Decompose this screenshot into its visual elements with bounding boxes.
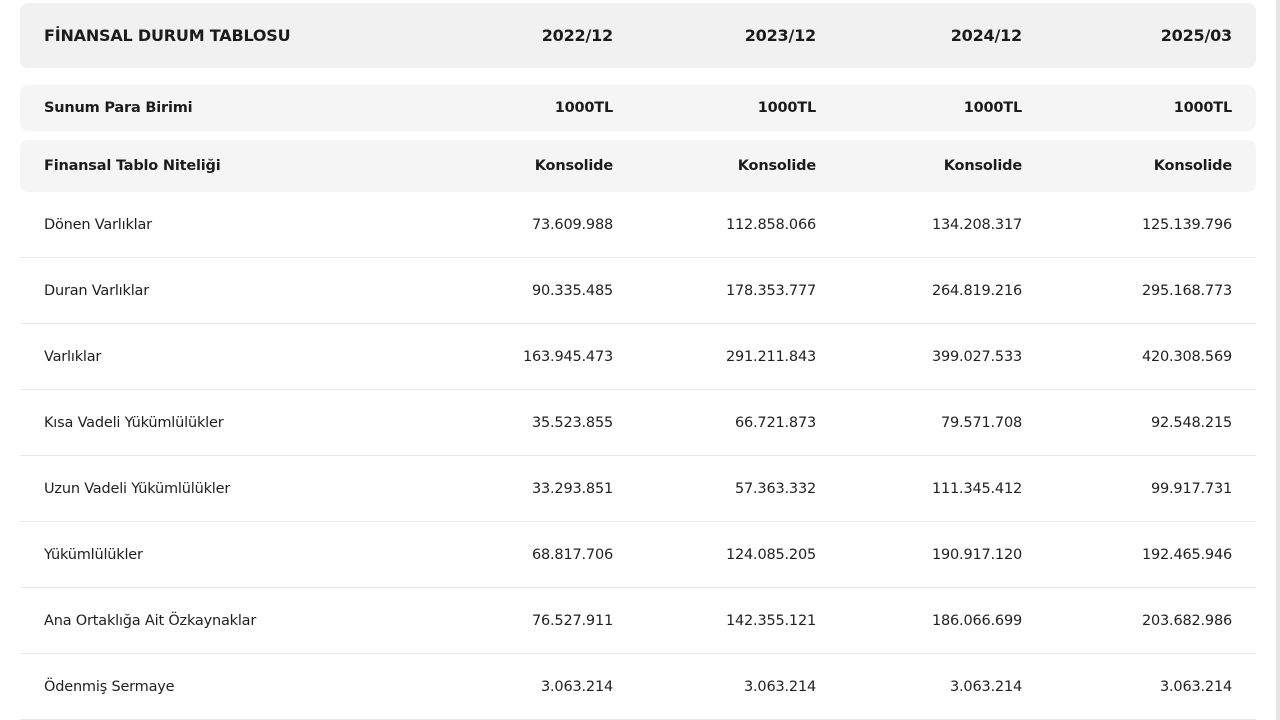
cell-value: 125.139.796	[1141, 216, 1232, 233]
row-label: Duran Varlıklar	[44, 282, 149, 299]
cell-value: 134.208.317	[931, 216, 1022, 233]
page: FİNANSAL DURUM TABLOSU 2022/12 2023/12 2…	[0, 0, 1280, 720]
row-label: Dönen Varlıklar	[44, 216, 152, 233]
cell-value: 142.355.121	[725, 612, 816, 629]
statement-nature-value: Konsolide	[943, 158, 1022, 174]
statement-nature-row: Finansal Tablo Niteliği Konsolide Konsol…	[20, 140, 1256, 192]
cell-value: 3.063.214	[950, 678, 1022, 695]
cell-value: 73.609.988	[531, 216, 613, 233]
currency-value: 1000TL	[1173, 100, 1232, 116]
cell-value: 90.335.485	[531, 282, 613, 299]
cell-value: 79.571.708	[940, 414, 1022, 431]
cell-value: 3.063.214	[744, 678, 816, 695]
cell-value: 57.363.332	[734, 480, 816, 497]
cell-value: 420.308.569	[1141, 348, 1232, 365]
cell-value: 68.817.706	[531, 546, 613, 563]
cell-value: 124.085.205	[725, 546, 816, 563]
currency-label: Sunum Para Birimi	[44, 100, 193, 116]
currency-value: 1000TL	[554, 100, 613, 116]
statement-nature-value: Konsolide	[737, 158, 816, 174]
cell-value: 192.465.946	[1141, 546, 1232, 563]
cell-value: 99.917.731	[1150, 480, 1232, 497]
table-row: Uzun Vadeli Yükümlülükler 33.293.851 57.…	[20, 456, 1256, 522]
table-header-row: FİNANSAL DURUM TABLOSU 2022/12 2023/12 2…	[20, 3, 1256, 68]
cell-value: 163.945.473	[522, 348, 613, 365]
row-label: Ödenmiş Sermaye	[44, 678, 175, 695]
cell-value: 111.345.412	[931, 480, 1022, 497]
row-label: Ana Ortaklığa Ait Özkaynaklar	[44, 612, 257, 629]
statement-nature-value: Konsolide	[534, 158, 613, 174]
period-header[interactable]: 2024/12	[816, 26, 1022, 45]
row-label: Kısa Vadeli Yükümlülükler	[44, 414, 224, 431]
table-row: Varlıklar 163.945.473 291.211.843 399.02…	[20, 324, 1256, 390]
row-label: Yükümlülükler	[44, 546, 143, 563]
cell-value: 186.066.699	[931, 612, 1022, 629]
table-row: Yükümlülükler 68.817.706 124.085.205 190…	[20, 522, 1256, 588]
table-row: Ödenmiş Sermaye 3.063.214 3.063.214 3.06…	[20, 654, 1256, 720]
table-row: Ana Ortaklığa Ait Özkaynaklar 76.527.911…	[20, 588, 1256, 654]
financial-position-table: FİNANSAL DURUM TABLOSU 2022/12 2023/12 2…	[20, 3, 1256, 720]
table-row: Dönen Varlıklar 73.609.988 112.858.066 1…	[20, 192, 1256, 258]
cell-value: 35.523.855	[531, 414, 613, 431]
statement-nature-value: Konsolide	[1153, 158, 1232, 174]
currency-value: 1000TL	[757, 100, 816, 116]
page-scrollbar[interactable]	[1276, 0, 1280, 720]
cell-value: 291.211.843	[725, 348, 816, 365]
currency-value: 1000TL	[963, 100, 1022, 116]
cell-value: 203.682.986	[1141, 612, 1232, 629]
table-title: FİNANSAL DURUM TABLOSU	[44, 26, 291, 45]
cell-value: 295.168.773	[1141, 282, 1232, 299]
period-header[interactable]: 2025/03	[1022, 26, 1232, 45]
cell-value: 92.548.215	[1150, 414, 1232, 431]
cell-value: 112.858.066	[725, 216, 816, 233]
cell-value: 3.063.214	[1160, 678, 1232, 695]
cell-value: 66.721.873	[734, 414, 816, 431]
currency-row: Sunum Para Birimi 1000TL 1000TL 1000TL 1…	[20, 85, 1256, 131]
statement-nature-label: Finansal Tablo Niteliği	[44, 158, 221, 174]
cell-value: 33.293.851	[531, 480, 613, 497]
row-label: Varlıklar	[44, 348, 102, 365]
row-label: Uzun Vadeli Yükümlülükler	[44, 480, 231, 497]
period-header[interactable]: 2023/12	[613, 26, 816, 45]
cell-value: 399.027.533	[931, 348, 1022, 365]
cell-value: 3.063.214	[541, 678, 613, 695]
cell-value: 178.353.777	[725, 282, 816, 299]
cell-value: 264.819.216	[931, 282, 1022, 299]
cell-value: 190.917.120	[931, 546, 1022, 563]
period-header[interactable]: 2022/12	[420, 26, 613, 45]
table-row: Kısa Vadeli Yükümlülükler 35.523.855 66.…	[20, 390, 1256, 456]
cell-value: 76.527.911	[531, 612, 613, 629]
table-row: Duran Varlıklar 90.335.485 178.353.777 2…	[20, 258, 1256, 324]
